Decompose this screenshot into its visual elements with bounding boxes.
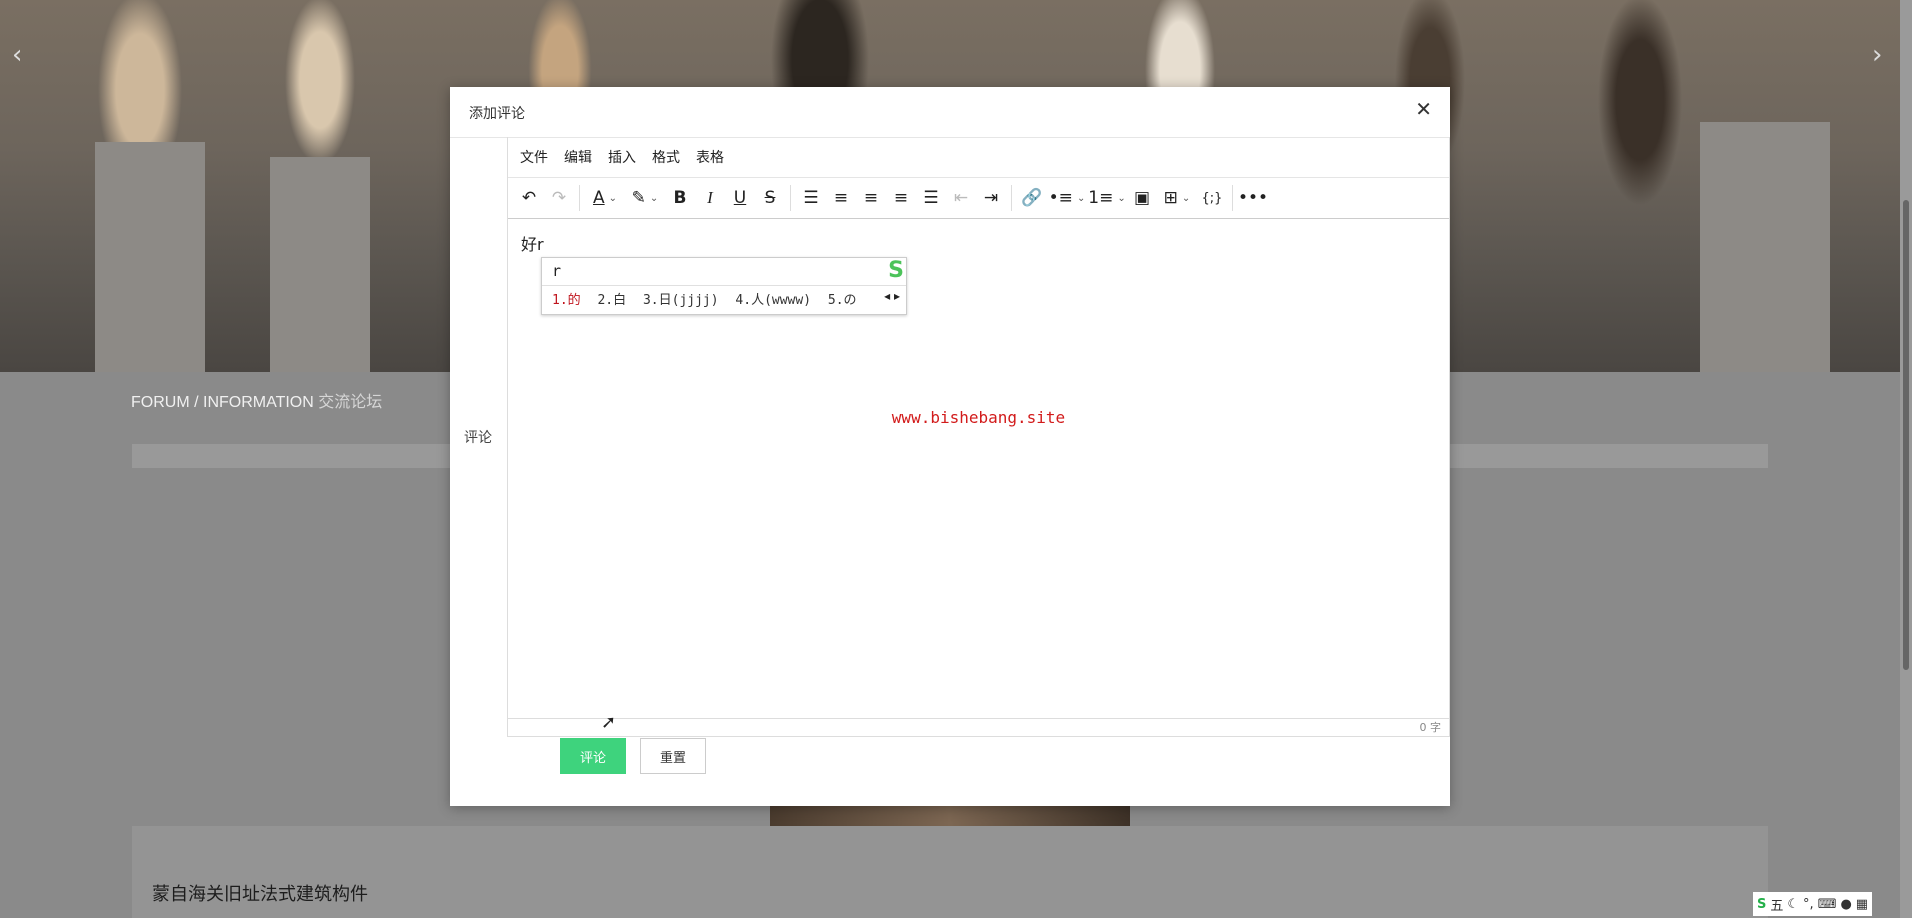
indent-icon[interactable]: ⇥: [976, 183, 1006, 213]
forum-card[interactable]: [132, 826, 1768, 918]
code-icon[interactable]: {;}: [1197, 183, 1227, 213]
ime-candidate-4[interactable]: 4.人(wwww): [735, 293, 811, 308]
menu-format[interactable]: 格式: [652, 147, 680, 167]
pedestal: [95, 142, 205, 372]
menu-edit[interactable]: 编辑: [564, 147, 592, 167]
underline-icon[interactable]: U: [725, 183, 755, 213]
divider: [1011, 185, 1012, 211]
mouse-cursor-icon: ➚: [601, 712, 617, 733]
italic-icon[interactable]: I: [695, 183, 725, 213]
numbered-list-icon[interactable]: 1≡ ⌄: [1087, 183, 1127, 213]
menu-insert[interactable]: 插入: [608, 147, 636, 167]
align-center-icon[interactable]: ≡: [856, 183, 886, 213]
align-right-icon[interactable]: ≡: [886, 183, 916, 213]
ime-candidate-2[interactable]: 2.白: [597, 293, 626, 308]
outdent-icon[interactable]: ⇤: [946, 183, 976, 213]
image-icon[interactable]: ▣: [1127, 183, 1157, 213]
bold-icon[interactable]: B: [665, 183, 695, 213]
divider: [790, 185, 791, 211]
word-count: 0 字: [1419, 721, 1442, 734]
card-title[interactable]: 蒙自海关旧址法式建筑构件: [152, 880, 368, 906]
link-icon[interactable]: 🔗: [1017, 183, 1047, 213]
divider: [579, 185, 580, 211]
editor-menubar: 文件 编辑 插入 格式 表格: [508, 137, 1449, 178]
moon-icon[interactable]: ☾: [1787, 897, 1799, 912]
table-icon[interactable]: ⊞ ⌄: [1157, 183, 1197, 213]
watermark-text: www.bishebang.site: [891, 408, 1066, 427]
highlight-icon[interactable]: ✎ ⌄: [625, 183, 665, 213]
editor-toolbar: ↶ ↷ A ⌄ ✎ ⌄ B I U S ☰ ≡ ≡ ≡ ☰ ⇤ ⇥ 🔗 •≡ ⌄ 1≡…: [508, 178, 1449, 219]
strikethrough-icon[interactable]: S: [755, 183, 785, 213]
add-comment-modal: 添加评论 ✕ 评论 文件 编辑 插入 格式 表格 ↶ ↷ A ⌄ ✎ ⌄ B I U…: [450, 87, 1450, 806]
ime-candidate-3[interactable]: 3.日(jjjj): [643, 293, 719, 308]
sogou-logo-icon: S: [1757, 896, 1767, 912]
modal-title: 添加评论: [469, 106, 525, 122]
divider: [1232, 185, 1233, 211]
line-height-icon[interactable]: ☰: [796, 183, 826, 213]
page-scrollbar[interactable]: [1900, 0, 1912, 918]
pedestal: [1700, 122, 1830, 372]
ime-tray[interactable]: S 五 ☾ °, ⌨ ● ▦: [1753, 892, 1873, 916]
bullet-list-icon[interactable]: •≡ ⌄: [1047, 183, 1087, 213]
justify-icon[interactable]: ☰: [916, 183, 946, 213]
grid-icon[interactable]: ▦: [1856, 897, 1868, 912]
comment-label: 评论: [464, 430, 492, 446]
close-icon[interactable]: ✕: [1415, 99, 1432, 119]
more-icon[interactable]: •••: [1238, 183, 1268, 213]
typed-text: 好r: [521, 235, 544, 254]
scrollbar-thumb[interactable]: [1903, 200, 1909, 670]
user-icon[interactable]: ●: [1840, 897, 1851, 912]
sogou-logo-icon: S: [888, 258, 904, 283]
reset-button[interactable]: 重置: [640, 738, 706, 774]
hero-next-icon[interactable]: ›: [1872, 40, 1882, 70]
menu-table[interactable]: 表格: [696, 147, 724, 167]
pedestal: [270, 157, 370, 372]
ime-candidates: 1.的 2.白 3.日(jjjj) 4.人(wwww) 5.の: [552, 289, 866, 308]
ime-page-arrows-icon[interactable]: ◂ ▸: [884, 289, 900, 303]
ime-candidate-1[interactable]: 1.的: [552, 293, 581, 308]
punctuation-icon[interactable]: °,: [1803, 897, 1814, 912]
ime-composition: r: [552, 262, 562, 280]
breadcrumb-cn: 交流论坛: [318, 394, 383, 411]
rich-text-editor[interactable]: 文件 编辑 插入 格式 表格 ↶ ↷ A ⌄ ✎ ⌄ B I U S ☰ ≡ ≡ ≡…: [507, 137, 1450, 737]
menu-file[interactable]: 文件: [520, 147, 548, 167]
breadcrumb-en: FORUM / INFORMATION: [131, 394, 314, 411]
font-color-icon[interactable]: A ⌄: [585, 183, 625, 213]
divider: [542, 285, 906, 286]
ime-candidate-5[interactable]: 5.の: [828, 293, 857, 308]
editor-content[interactable]: 好r r S 1.的 2.白 3.日(jjjj) 4.人(wwww) 5.の ◂…: [508, 217, 1449, 640]
ime-candidate-window[interactable]: r S 1.的 2.白 3.日(jjjj) 4.人(wwww) 5.の ◂ ▸: [541, 257, 907, 315]
undo-icon[interactable]: ↶: [514, 183, 544, 213]
ime-mode[interactable]: 五: [1770, 895, 1783, 914]
hero-prev-icon[interactable]: ‹: [12, 40, 22, 70]
breadcrumb: FORUM / INFORMATION 交流论坛: [131, 388, 382, 412]
submit-comment-button[interactable]: 评论: [560, 738, 626, 774]
redo-icon[interactable]: ↷: [544, 183, 574, 213]
editor-statusbar: 0 字: [508, 718, 1449, 736]
keyboard-icon[interactable]: ⌨: [1818, 897, 1837, 912]
align-left-icon[interactable]: ≡: [826, 183, 856, 213]
